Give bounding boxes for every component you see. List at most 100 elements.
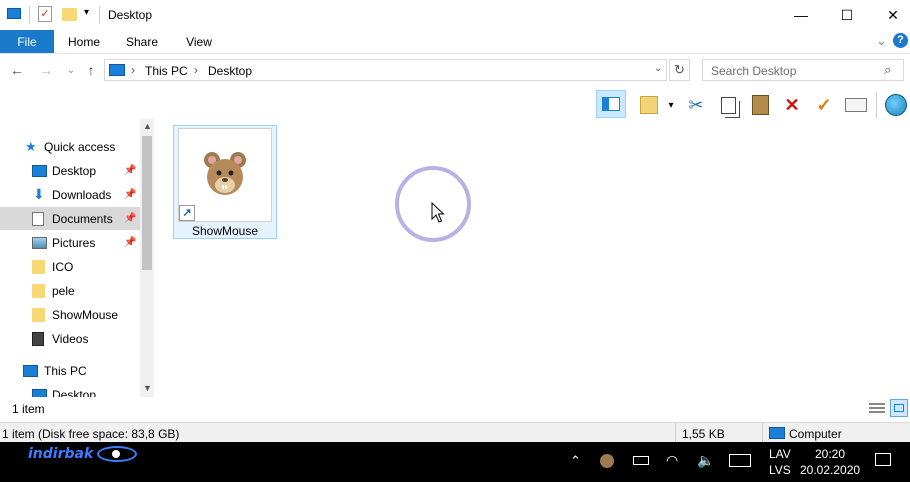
- brand-text: indirbak: [28, 446, 94, 462]
- view-options-dropdown-icon[interactable]: ▾: [664, 92, 678, 118]
- pictures-icon: [32, 236, 47, 249]
- sidebar-item-videos[interactable]: Videos: [0, 327, 140, 350]
- separator: [762, 423, 763, 443]
- breadcrumb-desktop[interactable]: Desktop: [208, 64, 252, 78]
- window-title: Desktop: [108, 8, 153, 22]
- wifi-icon[interactable]: ◠: [666, 452, 678, 469]
- sidebar-item-label: pele: [52, 283, 75, 298]
- sidebar-item-showmouse[interactable]: ShowMouse: [0, 303, 140, 326]
- folder-icon: [32, 307, 45, 322]
- show-hidden-icons-icon[interactable]: ⌃: [570, 453, 581, 469]
- sidebar-item-label: Videos: [52, 331, 89, 346]
- keyboard-icon[interactable]: [729, 454, 751, 467]
- breadcrumb-this-pc[interactable]: This PC: [145, 64, 188, 78]
- clock-time: 20:20: [814, 447, 846, 461]
- sidebar-item-label: Pictures: [52, 235, 96, 250]
- sidebar-item-ico[interactable]: ICO: [0, 255, 140, 278]
- search-input[interactable]: Search Desktop: [711, 64, 796, 78]
- location-text: Computer: [789, 427, 842, 441]
- sidebar-item-downloads[interactable]: ⬇ Downloads 📌: [0, 183, 140, 206]
- large-icons-view-button[interactable]: [890, 399, 908, 417]
- tab-share[interactable]: Share: [118, 30, 166, 53]
- selection-size-text: 1,55 KB: [682, 427, 725, 441]
- forward-button[interactable]: →: [37, 60, 55, 80]
- preview-pane-button[interactable]: [596, 90, 626, 118]
- navigation-pane[interactable]: ★ Quick access Desktop 📌 ⬇ Downloads 📌 D…: [0, 119, 155, 397]
- computer-icon: [109, 64, 125, 76]
- back-button[interactable]: ←: [8, 60, 26, 80]
- sidebar-item-pictures[interactable]: Pictures 📌: [0, 231, 140, 254]
- title-bar: ✓ ▾ Desktop — ☐ ✕: [0, 0, 910, 30]
- notifications-icon[interactable]: [875, 453, 891, 466]
- sidebar-item-label: ICO: [52, 259, 74, 274]
- tab-home[interactable]: Home: [58, 30, 110, 53]
- details-status-bar: 1 item (Disk free space: 83,8 GB) 1,55 K…: [0, 422, 910, 443]
- expand-ribbon-icon[interactable]: ⌄: [876, 33, 887, 49]
- sidebar-item-this-pc[interactable]: This PC: [0, 359, 140, 382]
- clock[interactable]: 20:20 20.02.2020: [800, 446, 860, 478]
- help-icon[interactable]: ?: [893, 33, 908, 48]
- refresh-button[interactable]: ↻: [669, 59, 690, 81]
- mouse-cursor-icon: [431, 202, 445, 223]
- scroll-up-icon[interactable]: ▲: [143, 121, 152, 131]
- copy-icon[interactable]: [715, 92, 741, 118]
- star-icon: ★: [25, 138, 37, 154]
- item-count: 1 item: [12, 402, 45, 416]
- sidebar-item-pele[interactable]: pele: [0, 279, 140, 302]
- showmouse-tray-icon[interactable]: [600, 454, 614, 468]
- input-language[interactable]: LAV LVS: [769, 446, 791, 478]
- breadcrumb-separator: ›: [131, 63, 135, 77]
- maximize-button[interactable]: ☐: [824, 0, 870, 30]
- new-folder-icon[interactable]: [62, 8, 77, 21]
- disk-free-space-text: 1 item (Disk free space: 83,8 GB): [2, 427, 180, 441]
- taskbar: indirbak ⌃ ◠ 🔈 LAV LVS 20:20 20.02.2020: [0, 442, 910, 482]
- scroll-down-icon[interactable]: ▼: [143, 383, 152, 393]
- globe-icon[interactable]: [883, 92, 909, 118]
- sidebar-item-desktop-2[interactable]: Desktop: [0, 383, 140, 397]
- computer-icon: [23, 364, 38, 377]
- up-button[interactable]: ↑: [82, 60, 100, 80]
- recent-locations-button[interactable]: ⌄: [62, 60, 80, 80]
- cut-icon[interactable]: ✂: [683, 92, 709, 118]
- details-view-button[interactable]: [869, 399, 887, 417]
- separator: [675, 423, 676, 443]
- shortcut-arrow-icon: ↗: [179, 205, 195, 221]
- file-item-label: ShowMouse: [191, 224, 259, 238]
- sidebar-item-label: Desktop: [52, 387, 97, 398]
- sidebar-item-label: Documents: [52, 211, 113, 226]
- rename-icon[interactable]: ✓: [811, 92, 837, 118]
- brand-logo: indirbak: [28, 444, 138, 464]
- tab-file[interactable]: File: [0, 30, 54, 53]
- folder-icon: [32, 259, 45, 274]
- address-bar[interactable]: › This PC › Desktop ⌄: [104, 59, 667, 81]
- paste-icon[interactable]: [747, 92, 773, 118]
- tab-view[interactable]: View: [176, 30, 222, 53]
- close-button[interactable]: ✕: [870, 0, 910, 30]
- sidebar-item-desktop[interactable]: Desktop 📌: [0, 159, 140, 182]
- battery-icon[interactable]: [633, 456, 649, 465]
- search-icon[interactable]: ⌕: [884, 62, 891, 78]
- scrollbar-thumb[interactable]: [142, 136, 152, 270]
- minimize-button[interactable]: —: [778, 0, 824, 30]
- file-thumbnail[interactable]: ↗: [178, 128, 272, 222]
- delete-icon[interactable]: ✕: [779, 92, 805, 118]
- pin-icon: 📌: [124, 213, 137, 224]
- search-box[interactable]: Search Desktop ⌕: [702, 59, 904, 81]
- view-options-icon[interactable]: [636, 92, 662, 118]
- properties-icon[interactable]: [843, 92, 869, 118]
- toolbar-separator: [876, 92, 877, 118]
- pin-icon: 📌: [124, 165, 137, 176]
- sidebar-item-label: This PC: [44, 363, 87, 378]
- pin-icon: 📌: [124, 237, 137, 248]
- address-dropdown-icon[interactable]: ⌄: [654, 63, 662, 74]
- videos-icon: [32, 331, 44, 346]
- volume-icon[interactable]: 🔈: [697, 452, 714, 469]
- sidebar-item-documents[interactable]: Documents 📌: [0, 207, 140, 230]
- properties-icon[interactable]: ✓: [38, 6, 52, 22]
- desktop-icon: [32, 164, 47, 177]
- language-line-1: LAV: [769, 447, 791, 461]
- sidebar-item-label: Quick access: [44, 139, 116, 154]
- quick-access-toolbar-dropdown-icon[interactable]: ▾: [84, 7, 89, 18]
- sidebar-item-quick-access[interactable]: ★ Quick access: [0, 135, 140, 158]
- pin-icon: 📌: [124, 189, 137, 200]
